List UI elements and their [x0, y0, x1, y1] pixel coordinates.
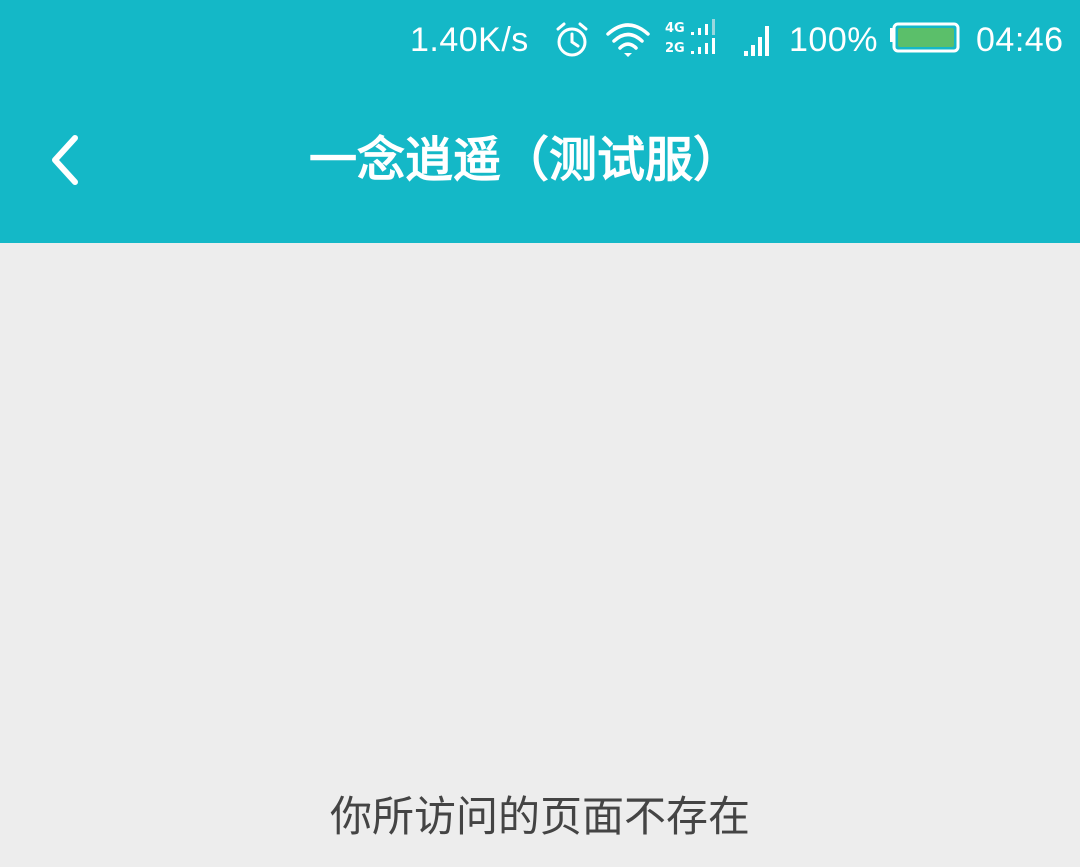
clock: 04:46 — [976, 18, 1064, 62]
alarm-icon — [554, 18, 590, 62]
clock-text: 04:46 — [976, 20, 1064, 59]
battery-fill — [898, 28, 954, 47]
network-type-bottom: 2G — [665, 41, 685, 56]
battery-icon — [889, 18, 961, 62]
app-header: 1.40K/s 4G 2G 100% 04:46 一念逍遥（测试服） — [0, 0, 1080, 243]
dual-signal-icon: 4G 2G — [663, 18, 723, 62]
page-title: 一念逍遥（测试服） — [308, 132, 741, 188]
wifi-icon — [605, 18, 651, 62]
battery-percent: 100% — [789, 18, 878, 62]
network-speed: 1.40K/s — [410, 18, 529, 62]
cell-signal-icon — [742, 18, 774, 62]
network-type-top: 4G — [665, 21, 685, 36]
status-bar: 1.40K/s 4G 2G 100% 04:46 — [0, 0, 1080, 80]
page-not-found-message: 你所访问的页面不存在 — [329, 792, 750, 841]
nav-bar: 一念逍遥（测试服） — [0, 80, 1080, 243]
content-area: 你所访问的页面不存在 — [0, 243, 1080, 867]
battery-percent-text: 100% — [789, 20, 878, 59]
network-speed-text: 1.40K/s — [410, 20, 529, 59]
